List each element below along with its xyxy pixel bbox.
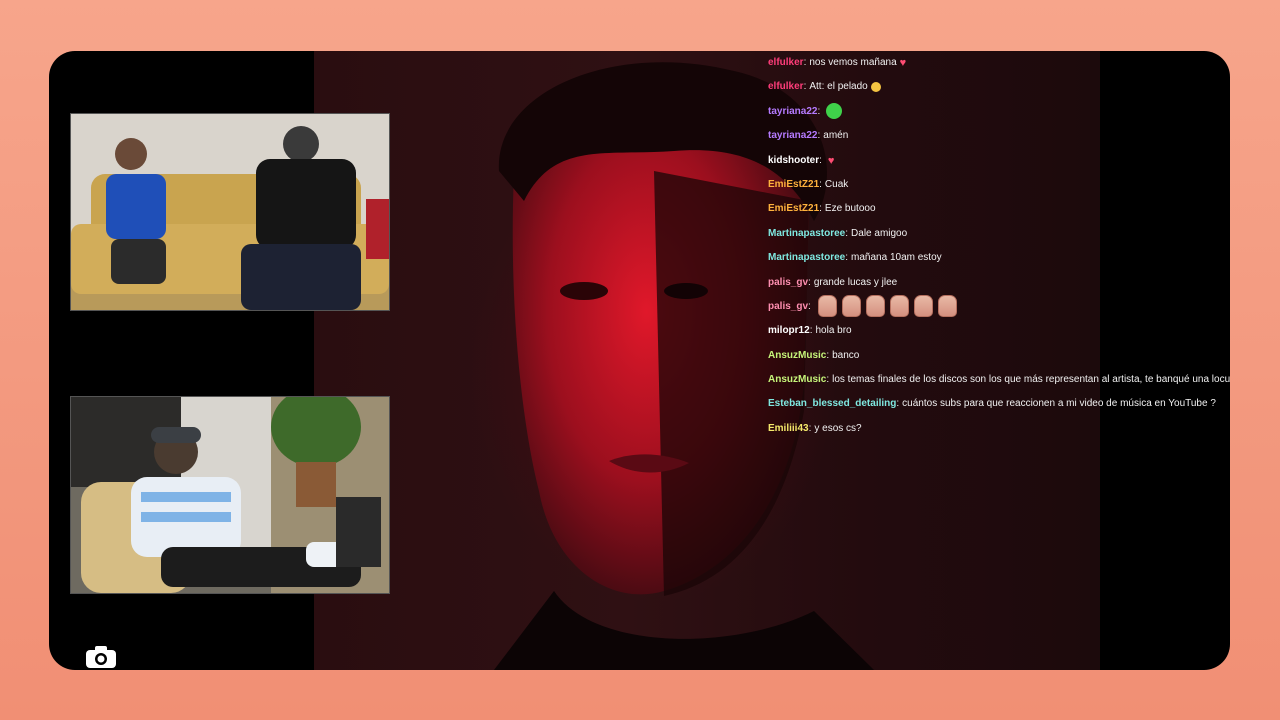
chat-message: kidshooter: ♥ [768,153,1228,177]
chat-separator: : [803,57,807,68]
chat-username[interactable]: palis_gv [768,300,808,314]
chat-separator: : [819,203,822,215]
heart-emote-icon: ♥ [827,154,835,167]
chat-text: amén [823,130,849,142]
chat-message: Martinapastoree: Dale amigoo [768,226,1228,250]
live-chat: elfulker: nos vemos mañana ♥ elfulker: Att: … [768,55,1230,445]
chat-username[interactable]: Emiliii43 [768,422,809,436]
chat-username[interactable]: AnsuzMusic [768,349,826,363]
chat-message: EmiEstZ21: Eze butooo [768,201,1228,225]
chat-text: Cuak [824,178,849,190]
chat-message: palis_gv: [768,294,1228,323]
chat-separator: : [819,154,822,166]
chat-separator: : [819,178,822,190]
chat-username[interactable]: kidshooter [768,154,819,168]
green-emote-icon [826,102,843,119]
chat-message: AnsuzMusic: banco [768,348,1228,372]
chat-text: los temas finales de los discos son los … [832,374,1230,386]
chat-separator: : [809,325,813,337]
chat-text: nos vemos mañana [809,57,897,68]
chat-username[interactable]: milopr12 [768,324,810,338]
chat-message: elfulker: nos vemos mañana ♥ [768,55,1228,79]
chat-message: Emiliii43: y esos cs? [768,421,1228,445]
chat-text: banco [832,349,860,361]
pig-emote-icon [937,294,957,317]
camera-icon[interactable] [84,644,118,670]
chat-separator: : [845,227,849,239]
chat-message: milopr12: hola bro [768,323,1228,347]
pig-emote-icon [817,294,837,317]
chat-username[interactable]: EmiEstZ21 [768,178,819,192]
chat-text: cuántos subs para que reaccionen a mi vi… [902,398,1216,410]
chat-username[interactable]: Martinapastoree [768,227,845,241]
chat-separator: : [817,130,821,142]
chat-username[interactable]: Martinapastoree [768,251,845,265]
chat-username[interactable]: Esteban_blessed_detailing [768,397,896,411]
chat-username[interactable]: palis_gv [768,276,808,290]
chat-username[interactable]: elfulker [768,56,804,70]
chat-separator: : [817,105,821,117]
stream-frame: elfulker: nos vemos mañana ♥ elfulker: Att: … [49,51,1230,670]
chat-text: y esos cs? [814,422,862,434]
chat-text: Dale amigoo [851,227,908,239]
pig-emote-icon [841,294,861,317]
smile-emote-icon [870,82,881,93]
chat-text: mañana 10am estoy [851,252,942,264]
chat-message: Martinapastoree: mañana 10am estoy [768,250,1228,274]
chat-text: Eze butooo [824,203,876,215]
chat-separator: : [845,252,849,264]
chat-separator: : [803,81,807,93]
webcam-feed-bottom [70,396,390,594]
chat-username[interactable]: EmiEstZ21 [768,202,819,216]
chat-text: grande lucas y jlee [813,276,898,288]
chat-message: EmiEstZ21: Cuak [768,177,1228,201]
heart-emote-icon: ♥ [899,57,907,69]
chat-username[interactable]: tayriana22 [768,129,817,143]
chat-message: Esteban_blessed_detailing: cuántos subs p… [768,396,1228,420]
chat-text: Att: el pelado [809,81,868,93]
pig-emote-icon [865,294,885,317]
chat-separator: : [808,422,812,434]
pig-emote-icon [889,294,909,317]
chat-separator: : [808,300,811,312]
chat-message: tayriana22: amén [768,128,1228,152]
pig-emote-icon [913,294,933,317]
emote-group [817,294,957,317]
chat-username[interactable]: elfulker [768,80,804,94]
chat-text: hola bro [815,325,852,337]
chat-message: tayriana22: [768,102,1228,128]
webcam-feed-top [70,113,390,311]
chat-separator: : [896,398,900,410]
chat-message: elfulker: Att: el pelado [768,79,1228,103]
chat-message: AnsuzMusic: los temas finales de los disc… [768,372,1230,396]
chat-separator: : [826,349,830,361]
chat-username[interactable]: AnsuzMusic [768,373,826,387]
chat-username[interactable]: tayriana22 [768,105,817,119]
chat-separator: : [826,374,830,386]
chat-separator: : [808,276,811,288]
